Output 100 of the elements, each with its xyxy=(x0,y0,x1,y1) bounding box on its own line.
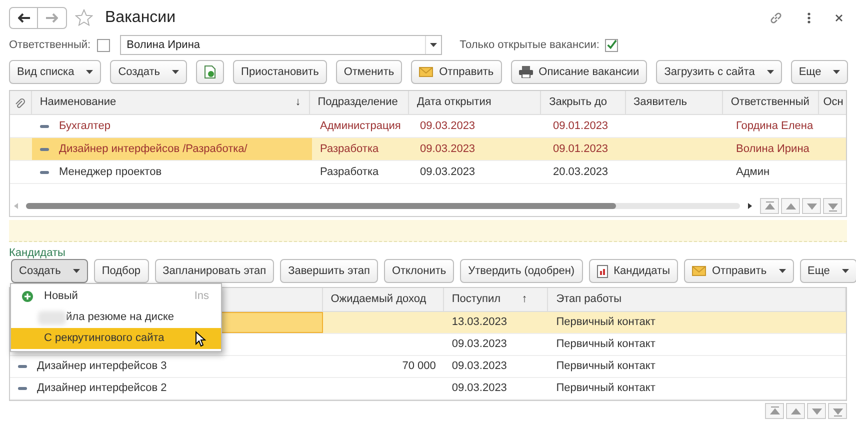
down-icon xyxy=(810,406,822,416)
table-row[interactable]: Менеджер проектов Разработка 09.03.2023 20.03.2023 Админ xyxy=(10,161,846,184)
first-icon xyxy=(764,200,776,212)
scroll-button[interactable] xyxy=(807,403,826,419)
toolbar-button[interactable]: Описание вакансии xyxy=(510,60,648,84)
last-icon xyxy=(832,406,844,416)
row-marker-icon xyxy=(40,170,49,174)
forward-arrow-icon xyxy=(46,12,58,22)
toolbar-button[interactable]: Вид списка xyxy=(9,60,102,84)
table-cell: Бухгалтер xyxy=(32,115,312,137)
paperclip-icon xyxy=(15,96,26,108)
toolbar-button[interactable]: Отменить xyxy=(336,60,402,84)
menu-item[interactable]: С рекрутингового сайта xyxy=(11,328,221,349)
table-row[interactable]: Дизайнер интерфейсов /Разработка/ Разработка 09.03.2023 09.01.2023 Волина Ирина xyxy=(10,138,846,161)
table-cell-text: Первичный контакт xyxy=(555,381,656,396)
table-cell-text: Гордина Елена xyxy=(735,118,814,134)
toolbar-button[interactable]: Отправить xyxy=(684,259,794,283)
section-title: Кандидаты xyxy=(8,246,66,259)
toolbar-button[interactable]: Завершить этап xyxy=(280,259,378,283)
table-cell: Дизайнер интерфейсов 3 xyxy=(10,356,323,377)
table-cell: Менеджер проектов xyxy=(32,161,312,183)
printer-icon xyxy=(518,66,533,78)
link-icon[interactable] xyxy=(769,10,783,24)
caret-icon xyxy=(833,70,840,74)
scroll-button[interactable] xyxy=(765,403,784,419)
scroll-left-icon[interactable] xyxy=(14,203,18,209)
field-label: Ответственный: xyxy=(9,38,91,53)
checkbox[interactable] xyxy=(96,38,110,52)
scroll-button[interactable] xyxy=(781,198,800,214)
cursor-icon xyxy=(195,331,206,347)
row-marker-icon xyxy=(40,148,49,150)
table-cell-text: Разработка xyxy=(319,142,380,157)
scroll-button[interactable] xyxy=(786,403,805,419)
toolbar-button[interactable]: Кандидаты xyxy=(588,259,678,283)
toolbar-button[interactable]: Утвердить (одобрен) xyxy=(460,259,583,283)
column-header[interactable]: Заявитель xyxy=(626,91,723,114)
table-cell-text: 09.01.2023 xyxy=(552,118,610,134)
column-header[interactable]: Дата открытия xyxy=(409,91,542,114)
more-icon[interactable] xyxy=(807,12,811,24)
table-cell-text: Админ xyxy=(735,164,771,180)
toolbar-button[interactable]: Еще xyxy=(790,60,848,84)
up-icon xyxy=(784,200,796,212)
caret-icon xyxy=(72,269,80,273)
table-cell-text: 09.03.2023 xyxy=(450,381,508,396)
document-add-icon xyxy=(204,65,216,79)
horizontal-scrollbar[interactable] xyxy=(26,203,740,209)
menu-item[interactable]: Новый Ins xyxy=(11,286,221,307)
column-header[interactable]: Ожидаемый доход xyxy=(322,288,444,311)
table-cell: Дизайнер интерфейсов 2 xyxy=(10,378,323,399)
toolbar-button[interactable]: Создать xyxy=(110,60,188,84)
table-cell-text: Первичный контакт xyxy=(555,315,656,330)
scroll-button[interactable] xyxy=(823,198,842,214)
scroll-button[interactable] xyxy=(802,198,821,214)
table-cell-text: Разработка xyxy=(319,164,380,180)
column-header[interactable]: Поступил ↑ xyxy=(444,288,548,311)
table-cell-text: 09.03.2023 xyxy=(450,359,508,374)
column-header[interactable]: Подразделение xyxy=(310,91,410,114)
table-cell-text: 70 000 xyxy=(401,359,437,374)
toolbar-button[interactable]: Запланировать этап xyxy=(154,259,274,283)
table-cell-text: Первичный контакт xyxy=(555,337,656,352)
copy-button[interactable] xyxy=(196,60,224,84)
last-icon xyxy=(826,200,838,212)
table-cell-text: Администрация xyxy=(319,118,402,134)
toolbar-button[interactable]: Загрузить с сайта xyxy=(656,60,782,84)
star-icon[interactable] xyxy=(75,8,93,26)
close-icon[interactable] xyxy=(835,14,843,22)
caret-icon xyxy=(766,70,774,74)
table-row[interactable]: Дизайнер интерфейсов 3 70 000 09.03.2023 Первичный контакт xyxy=(10,356,846,378)
column-header[interactable]: Закрыть до xyxy=(541,91,626,114)
up-icon xyxy=(790,406,802,416)
scroll-right-icon[interactable] xyxy=(748,203,752,209)
column-header[interactable]: Осн xyxy=(819,91,846,114)
table-row[interactable]: Дизайнер интерфейсов 2 09.03.2023 Первичный контакт xyxy=(10,378,846,400)
toolbar-button[interactable]: Создать xyxy=(11,259,88,283)
caret-icon xyxy=(778,269,786,273)
scroll-button[interactable] xyxy=(760,198,779,214)
report-icon xyxy=(596,264,608,278)
window-title: Вакансии xyxy=(105,8,176,28)
caret-icon xyxy=(172,70,180,74)
row-marker-icon xyxy=(40,124,49,128)
toolbar-button[interactable]: Отправить xyxy=(411,60,502,84)
envelope-icon xyxy=(419,67,434,77)
toolbar-button[interactable]: Приостановить xyxy=(233,60,327,84)
caret-icon xyxy=(842,269,849,273)
row-marker-icon xyxy=(18,365,27,368)
table-cell-text: Волина Ирина xyxy=(735,142,810,157)
toolbar-button[interactable]: Отклонить xyxy=(384,259,454,283)
responsible-field[interactable]: Волина Ирина xyxy=(120,35,442,55)
column-header[interactable]: Наименование ↓ xyxy=(32,91,310,114)
toolbar-button[interactable]: Еще xyxy=(800,259,856,283)
toolbar-button[interactable]: Подбор xyxy=(94,259,149,283)
field-label: Только открытые вакансии: xyxy=(460,38,600,53)
column-header[interactable]: Ответственный xyxy=(722,91,820,114)
scroll-button[interactable] xyxy=(828,403,847,419)
table-cell-text: 09.03.2023 xyxy=(450,337,508,352)
checkbox[interactable] xyxy=(605,38,618,52)
table-cell-text: 09.03.2023 xyxy=(419,164,476,180)
column-header[interactable]: Этап работы xyxy=(548,288,846,311)
table-cell-text: 20.03.2023 xyxy=(552,164,610,180)
dropdown-icon xyxy=(430,43,437,47)
